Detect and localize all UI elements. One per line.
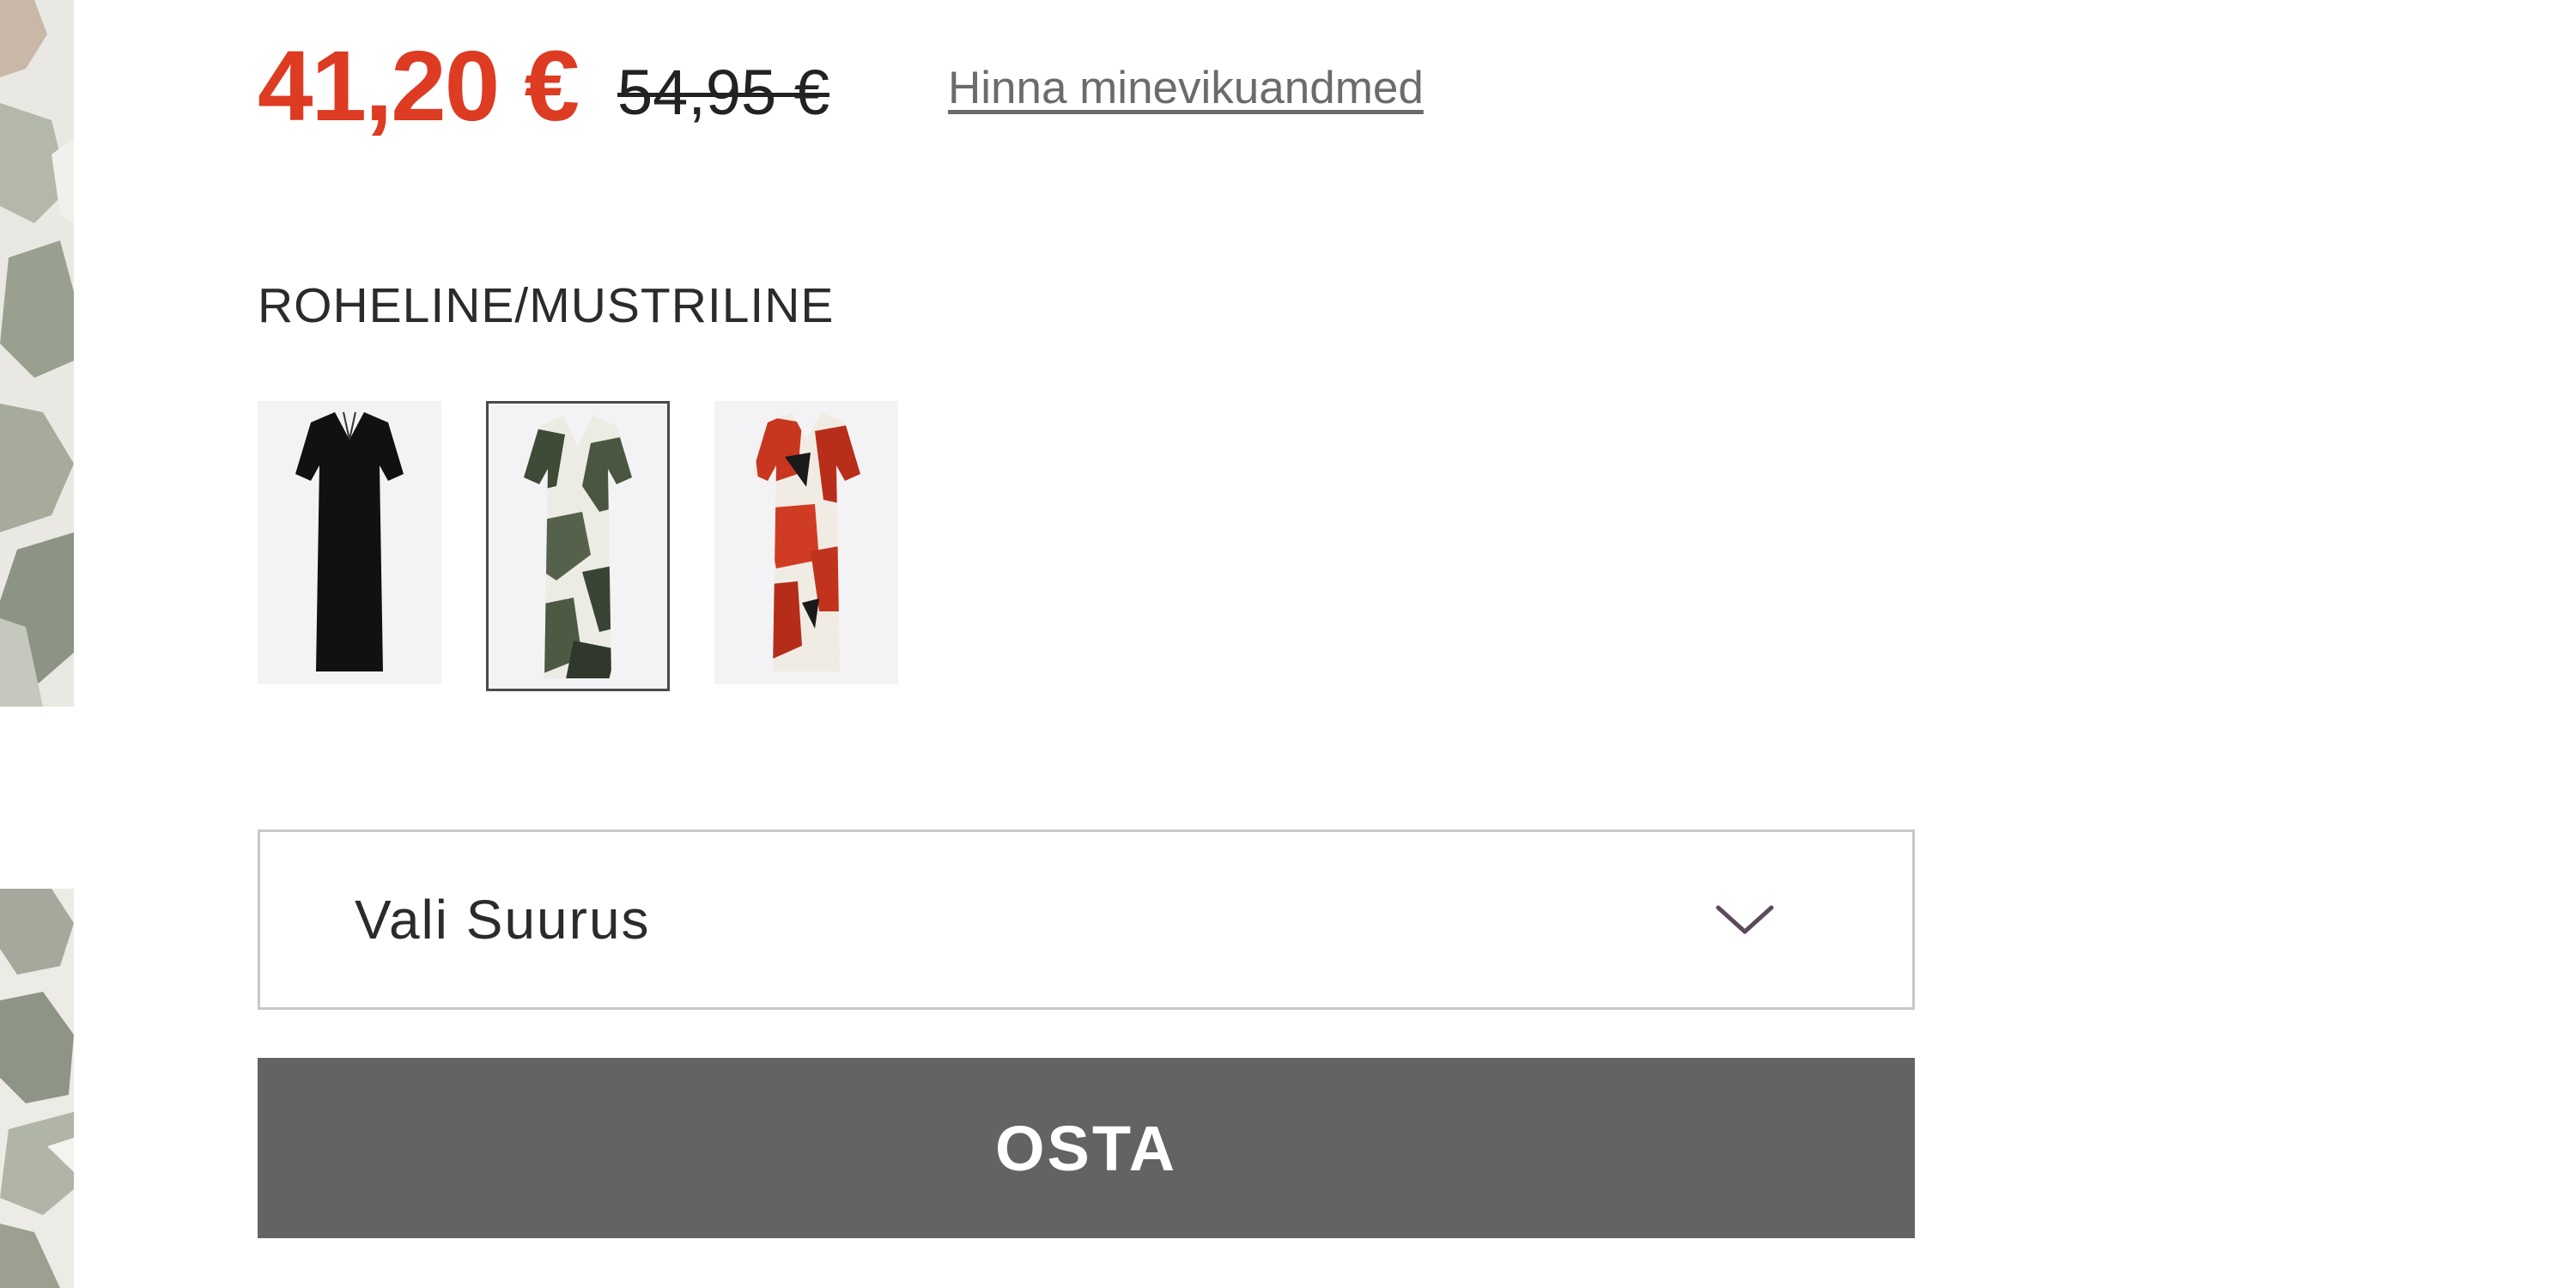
color-swatches: [258, 401, 898, 691]
chevron-down-icon: [1716, 905, 1774, 934]
price-history-link[interactable]: Hinna minevikuandmed: [948, 62, 1424, 114]
size-select-label: Vali Suurus: [355, 889, 651, 951]
swatch-green-print-dress[interactable]: [486, 401, 670, 691]
black-dress-thumbnail-icon: [295, 411, 404, 671]
product-image-crop-top[interactable]: [0, 0, 74, 707]
selected-color-label: ROHELINE/MUSTRILINE: [258, 278, 835, 333]
swatch-black-dress[interactable]: [258, 401, 441, 684]
green-print-dress-thumbnail-icon: [524, 416, 632, 678]
size-select[interactable]: Vali Suurus: [258, 829, 1915, 1010]
product-detail-panel: 41,20 € 54,95 € Hinna minevikuandmed ROH…: [0, 0, 2576, 1288]
product-image-crop-bottom[interactable]: [0, 889, 74, 1288]
original-price: 54,95 €: [617, 56, 829, 128]
swatch-red-print-dress[interactable]: [714, 401, 898, 684]
sale-price: 41,20 €: [258, 30, 580, 142]
buy-button[interactable]: OSTA: [258, 1058, 1915, 1238]
red-print-dress-thumbnail-icon: [752, 412, 860, 671]
price-row: 41,20 € 54,95 € Hinna minevikuandmed: [258, 26, 1424, 146]
